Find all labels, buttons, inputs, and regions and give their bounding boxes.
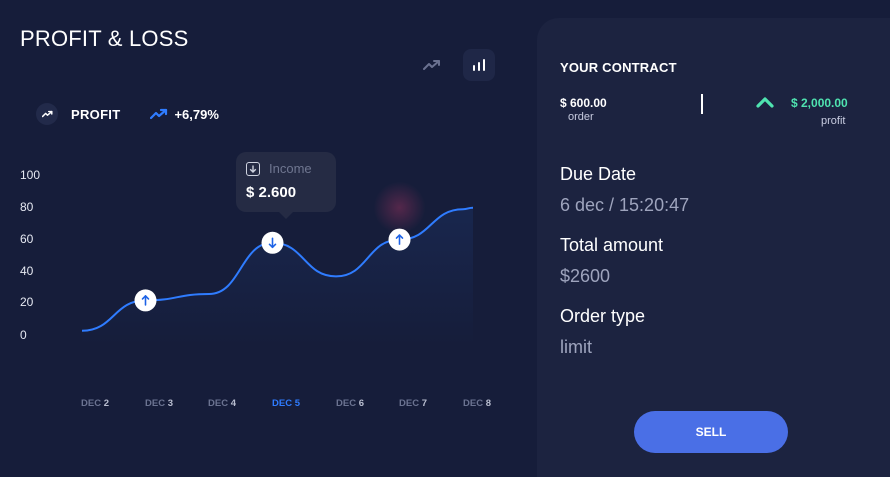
due-date-value: 6 dec / 15:20:47 [560,195,690,215]
x-tick: DEC 4 [208,398,236,409]
x-tick: DEC 7 [399,398,427,409]
up-marker[interactable] [388,228,411,251]
profit-amount: $ 2,000.00 [791,96,848,110]
chevron-up-icon [756,97,774,108]
total-amount-value: $2600 [560,266,611,286]
chart-glow [373,181,426,234]
contract-panel: YOUR CONTRACT $ 600.00 order $ 2,000.00 … [537,18,890,477]
profit-sub-label: profit [821,115,846,127]
order-type-title: Order type [560,306,646,326]
tooltip-value: $ 2.600 [246,184,297,201]
sell-button[interactable]: SELL [634,411,788,453]
divider [701,94,703,114]
profit-loss-panel: PROFIT & LOSS PROFIT +6,79% 100 80 60 40… [0,0,530,477]
tooltip-label: Income [269,161,312,176]
x-tick: DEC 6 [336,398,364,409]
income-tooltip: Income $ 2.600 [236,152,336,219]
due-date-title: Due Date [560,164,637,184]
x-tick: DEC 3 [145,398,173,409]
order-amount: $ 600.00 [560,96,607,110]
down-marker[interactable] [261,231,284,254]
down-arrow-icon [246,161,260,176]
up-marker[interactable] [134,289,157,312]
x-tick-active: DEC 5 [272,398,300,409]
order-type-value: limit [560,337,592,357]
order-label: order [568,111,594,123]
total-amount-title: Total amount [560,235,664,255]
contract-title: YOUR CONTRACT [560,60,677,75]
x-tick: DEC 2 [81,398,109,409]
x-tick: DEC 8 [463,398,491,409]
